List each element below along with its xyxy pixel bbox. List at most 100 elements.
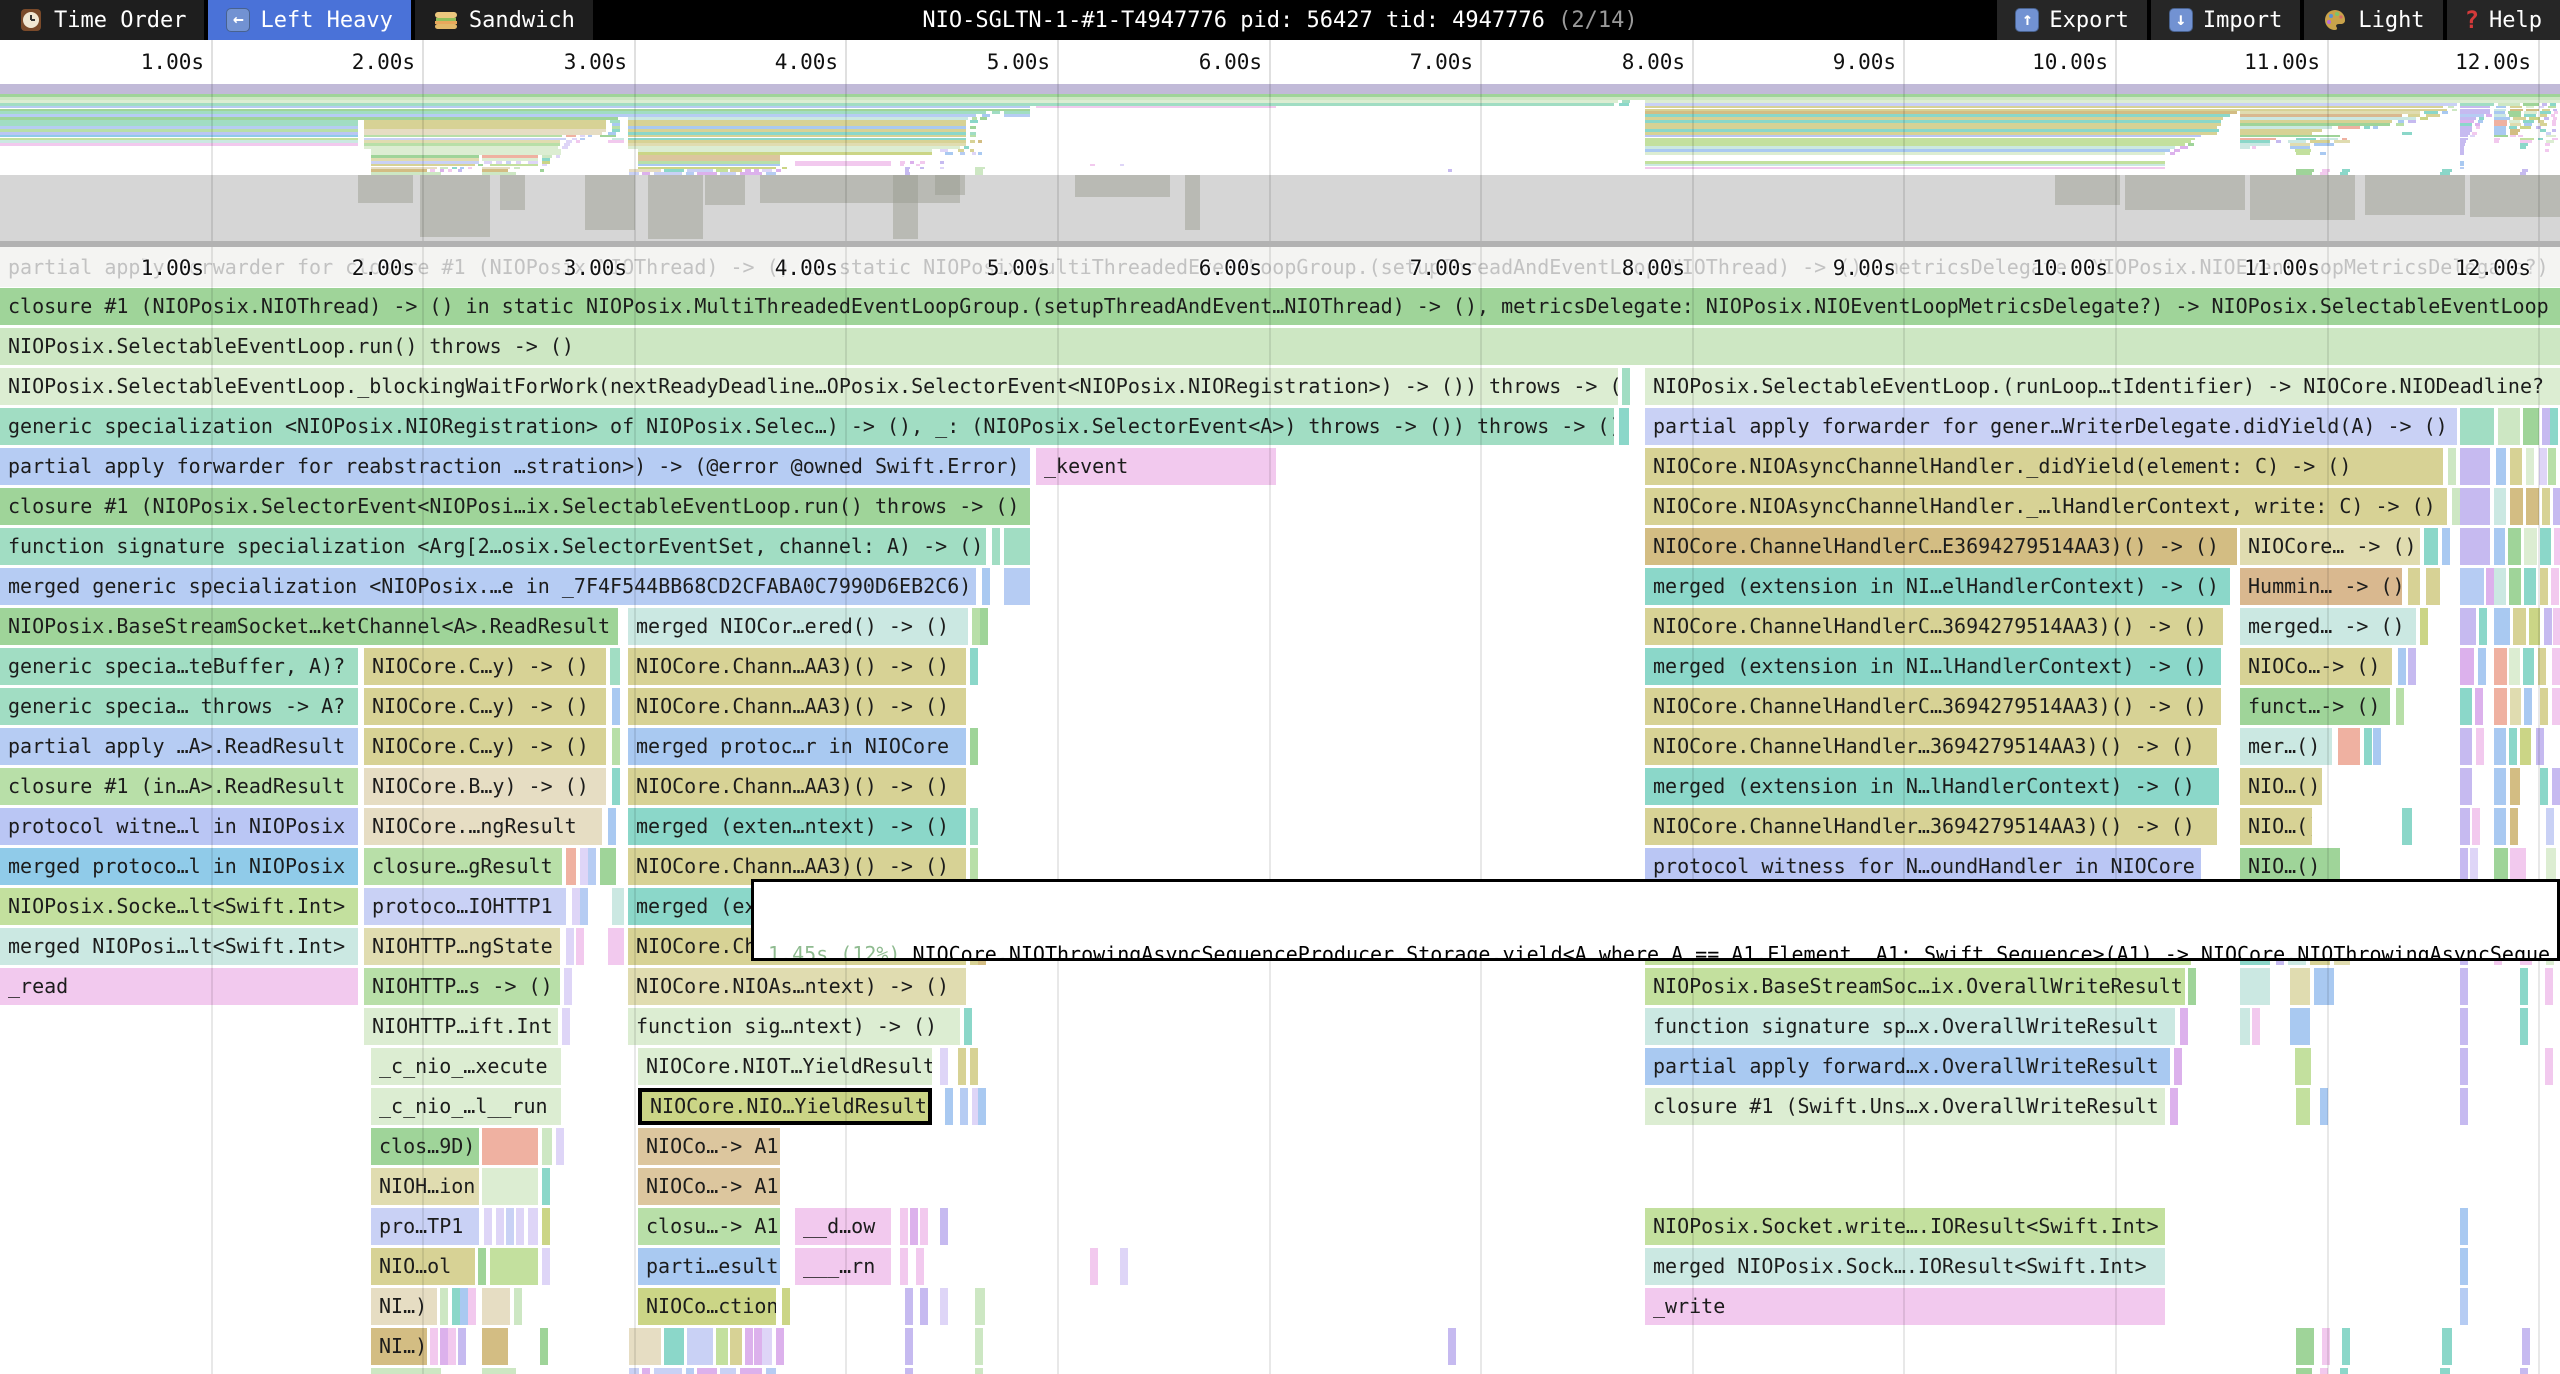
flame-frame[interactable]: NIOCore.ChannelHandlerC…3694279514AA3)()…	[1645, 688, 2221, 725]
flame-frame[interactable]: NIOPosix.BaseStreamSocket…ketChannel<A>.…	[0, 608, 618, 645]
flame-frame[interactable]	[610, 648, 620, 685]
flame-frame[interactable]	[2523, 648, 2534, 685]
flame-frame[interactable]: merged NIOCor…ered() -> ()	[628, 608, 968, 645]
flame-frame[interactable]	[2452, 488, 2460, 525]
flame-frame[interactable]	[2188, 968, 2196, 1005]
flame-frame[interactable]	[970, 648, 978, 685]
flame-frame[interactable]	[905, 1368, 913, 1374]
flame-frame[interactable]	[1004, 568, 1030, 605]
flame-frame[interactable]: partial apply …A>.ReadResult	[0, 728, 358, 765]
flame-frame[interactable]	[2460, 488, 2490, 525]
flame-frame[interactable]	[2510, 448, 2522, 485]
flame-frame[interactable]	[2524, 568, 2536, 605]
flame-frame[interactable]	[2180, 1008, 2188, 1045]
flame-frame-selected[interactable]: NIOCore.NIO…YieldResult	[638, 1088, 932, 1125]
flame-frame[interactable]: _write	[1645, 1288, 2165, 1325]
flame-frame[interactable]	[2522, 1328, 2530, 1365]
flame-frame[interactable]: NIOCore.ChannelHandler…3694279514AA3)() …	[1645, 808, 2217, 845]
flame-frame[interactable]	[940, 1288, 948, 1325]
flame-frame[interactable]	[2540, 528, 2551, 565]
flame-frame[interactable]: partial apply forward…x.OverallWriteResu…	[1645, 1048, 2170, 1085]
flame-frame[interactable]	[452, 1288, 460, 1325]
flame-frame[interactable]	[642, 1368, 650, 1374]
flame-frame[interactable]	[654, 1368, 682, 1374]
flame-frame[interactable]	[978, 1088, 986, 1125]
flame-frame[interactable]	[2460, 648, 2474, 685]
flame-frame[interactable]	[754, 1328, 762, 1365]
flame-frame[interactable]: mer…()	[2240, 728, 2332, 765]
flame-frame[interactable]	[482, 1328, 508, 1365]
flame-frame[interactable]	[458, 1328, 466, 1365]
flame-frame[interactable]	[2460, 1288, 2468, 1325]
flame-frame[interactable]	[482, 1168, 538, 1205]
flame-frame[interactable]	[975, 1328, 983, 1365]
flame-frame[interactable]	[2494, 528, 2505, 565]
flame-frame[interactable]	[2460, 968, 2468, 1005]
flame-frame[interactable]	[2240, 1008, 2250, 1045]
flame-frame[interactable]	[2442, 528, 2450, 565]
flame-frame[interactable]	[440, 1288, 448, 1325]
flame-frame[interactable]	[2540, 568, 2548, 605]
flame-frame[interactable]	[2295, 1048, 2311, 1085]
flame-frame[interactable]	[2174, 1048, 2182, 1085]
flame-frame[interactable]	[964, 1008, 972, 1045]
flame-frame[interactable]: funct…-> ()	[2240, 688, 2390, 725]
flame-frame[interactable]	[580, 888, 588, 925]
flame-frame[interactable]	[2426, 568, 2440, 605]
flame-frame[interactable]	[516, 1208, 524, 1245]
flame-frame[interactable]	[542, 1168, 550, 1205]
flame-frame[interactable]	[730, 1328, 742, 1365]
flame-frame[interactable]	[1090, 1248, 1098, 1285]
flame-frame[interactable]	[905, 1328, 913, 1365]
flame-frame[interactable]	[2486, 568, 2494, 605]
flame-frame[interactable]	[2314, 968, 2334, 1005]
flame-frame[interactable]	[2448, 448, 2456, 485]
flame-frame[interactable]	[2548, 448, 2556, 485]
flame-frame[interactable]: Hummin… -> ()	[2240, 568, 2402, 605]
flame-frame[interactable]	[564, 968, 572, 1005]
flame-frame[interactable]: pro…TP1	[371, 1208, 479, 1245]
flame-frame[interactable]	[2252, 1008, 2260, 1045]
flame-frame[interactable]	[920, 1208, 928, 1245]
flame-frame[interactable]	[2460, 688, 2472, 725]
flame-frame[interactable]	[478, 1248, 486, 1285]
flame-frame[interactable]	[2342, 1328, 2350, 1365]
flame-frame[interactable]	[720, 1368, 736, 1374]
flame-frame[interactable]: NIOCore.…ngResult	[364, 808, 602, 845]
flame-frame[interactable]	[608, 808, 616, 845]
flame-frame[interactable]	[490, 1248, 538, 1285]
flame-frame[interactable]	[2513, 608, 2526, 645]
flame-frame[interactable]	[572, 888, 580, 925]
flame-frame[interactable]	[2296, 1088, 2310, 1125]
flame-frame[interactable]	[2290, 1008, 2310, 1045]
flame-frame[interactable]: merged NIOPosix.Sock….IOResult<Swift.Int…	[1645, 1248, 2165, 1285]
flame-frame[interactable]	[740, 1368, 762, 1374]
flame-frame[interactable]	[900, 1248, 908, 1285]
flame-frame[interactable]: NIOCore.NIOAsyncChannelHandler._didYield…	[1645, 448, 2443, 485]
flame-frame[interactable]	[1619, 408, 1629, 445]
flame-frame[interactable]: NIOCore.C…y) -> ()	[364, 648, 606, 685]
flame-frame[interactable]	[2552, 768, 2560, 805]
flame-frame[interactable]: protoco…IOHTTP1	[364, 888, 566, 925]
flame-frame[interactable]: closure…gResult	[364, 848, 562, 885]
flame-frame[interactable]	[2460, 808, 2470, 845]
flame-frame[interactable]: NIOPosix.SelectableEventLoop.(runLoop…tI…	[1645, 368, 2560, 405]
flame-frame[interactable]	[940, 1208, 948, 1245]
flame-frame[interactable]	[448, 1328, 456, 1365]
flame-frame[interactable]	[2460, 728, 2472, 765]
flame-frame[interactable]	[371, 1368, 441, 1374]
flame-frame[interactable]	[686, 1368, 694, 1374]
flame-frame[interactable]: merged generic specialization <NIOPosix.…	[0, 568, 976, 605]
flame-frame[interactable]: partial apply forwarder for gener…Writer…	[1645, 408, 2457, 445]
flame-frame[interactable]	[664, 1328, 684, 1365]
flame-frame[interactable]: merged (extension in NI…elHandlerContext…	[1645, 568, 2230, 605]
flame-frame[interactable]	[2545, 968, 2553, 1005]
flame-frame[interactable]: function sig…ntext) -> ()	[628, 1008, 960, 1045]
flame-frame[interactable]: NIOCore… -> ()	[2240, 528, 2420, 565]
flame-frame[interactable]: generic specia… throws -> A?	[0, 688, 358, 725]
flame-frame[interactable]	[2540, 688, 2548, 725]
flame-frame[interactable]	[782, 1288, 790, 1325]
flame-frame[interactable]	[2494, 648, 2507, 685]
flame-frame[interactable]	[716, 1328, 728, 1365]
flame-frame[interactable]	[2542, 408, 2550, 445]
